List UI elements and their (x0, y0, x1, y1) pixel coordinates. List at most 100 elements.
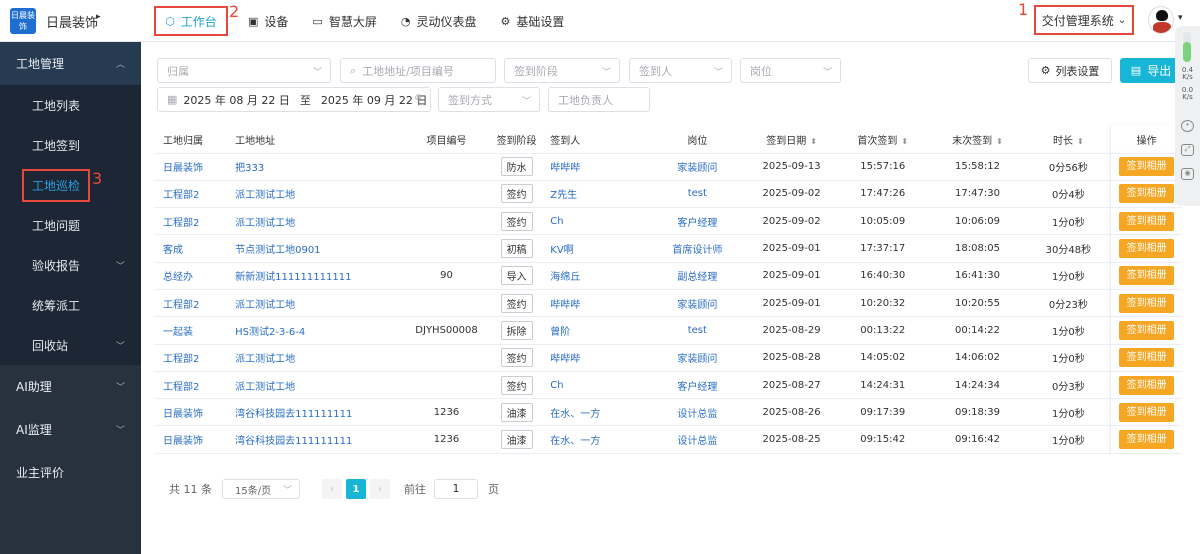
cell-address-link[interactable]: 节点测试工地0901 (235, 245, 320, 256)
cell-address-link[interactable]: 派工测试工地 (235, 354, 295, 365)
next-page-button[interactable]: › (370, 479, 390, 499)
sidebar-group-owner-review[interactable]: 业主评价 (0, 451, 141, 494)
cell-post-link[interactable]: 设计总监 (677, 436, 717, 447)
sort-icon[interactable]: ⬍ (901, 137, 908, 146)
clear-icon[interactable]: ⊗ (414, 93, 422, 103)
camera-icon[interactable]: ◉ (1181, 168, 1194, 180)
method-select[interactable]: 签到方式 ﹀ (438, 87, 540, 112)
brand-name[interactable]: 日晨装饰 (46, 12, 98, 31)
cell-person-link[interactable]: 哔哔哔 (550, 163, 580, 174)
cell-post-link[interactable]: 家装顾问 (677, 354, 717, 365)
table-row[interactable]: 工程部2 派工测试工地 签约 Z先生 test 2025-09-02 17:47:26 17:… (154, 180, 1182, 209)
cell-post-link[interactable]: 设计总监 (677, 409, 717, 420)
cell-person-link[interactable]: 在水、一方 (550, 436, 600, 447)
checkin-album-button[interactable]: 签到相册 (1119, 239, 1175, 259)
nav-dashboard[interactable]: ◔ 灵动仪表盘 (391, 6, 487, 36)
checkin-album-button[interactable]: 签到相册 (1119, 402, 1175, 422)
cell-address-link[interactable]: 把333 (235, 163, 264, 174)
cell-address-link[interactable]: HS测试2-3-6-4 (235, 327, 305, 338)
sidebar-group-ai-supervision[interactable]: AI监理 ﹀ (0, 408, 141, 451)
sort-icon[interactable]: ⬍ (810, 137, 817, 146)
nav-workbench[interactable]: ⬡ 工作台 (154, 6, 228, 36)
cell-belong-link[interactable]: 一起装 (163, 327, 193, 338)
column-header-sortable[interactable]: 时长 ⬍ (1026, 126, 1111, 154)
sidebar-item-recycle-bin[interactable]: 回收站 ﹀ (0, 325, 141, 365)
cell-address-link[interactable]: 新新测试111111111111 (235, 272, 351, 283)
list-settings-button[interactable]: ⚙ 列表设置 (1028, 58, 1112, 83)
cell-address-link[interactable]: 派工测试工地 (235, 190, 295, 201)
cell-belong-link[interactable]: 日晨装饰 (163, 436, 203, 447)
page-number-button[interactable]: 1 (346, 479, 366, 499)
sort-icon[interactable]: ⬍ (1077, 137, 1084, 146)
cell-post-link[interactable]: 客户经理 (677, 382, 717, 393)
goto-page-input[interactable]: 1 (434, 479, 478, 499)
cell-belong-link[interactable]: 工程部2 (163, 190, 199, 201)
table-row[interactable]: 客成 节点测试工地0901 初稿 KV啊 首席设计师 2025-09-01 17:37:17… (154, 234, 1182, 263)
nav-big-screen[interactable]: ▭ 智慧大屏 (302, 6, 386, 36)
cell-person-link[interactable]: 曾阶 (550, 327, 570, 338)
cell-person-link[interactable]: 海绵丘 (550, 272, 580, 283)
system-select[interactable]: 交付管理系统 ⌄ (1034, 5, 1134, 35)
table-row[interactable]: 日晨装饰 湾谷科技园去111111111 1236 油漆 在水、一方 设计总监 2025-0… (154, 425, 1182, 454)
cell-post-link[interactable]: 家装顾问 (677, 163, 717, 174)
checkin-album-button[interactable]: 签到相册 (1119, 320, 1175, 340)
table-row[interactable]: 总经办 新新测试111111111111 90 导入 海绵丘 副总经理 2025-09-01… (154, 262, 1182, 290)
table-row[interactable]: 工程部2 派工测试工地 签约 Ch 客户经理 2025-08-27 14:24:31 14:2… (154, 371, 1182, 400)
cell-belong-link[interactable]: 日晨装饰 (163, 409, 203, 420)
table-row[interactable]: 一起装 HS测试2-3-6-4 DJYHS00008 拆除 曾阶 test 2025-08-… (154, 316, 1182, 345)
cell-post-link[interactable]: 家装顾问 (677, 300, 717, 311)
cell-address-link[interactable]: 湾谷科技园去111111111 (235, 436, 352, 447)
cell-address-link[interactable]: 派工测试工地 (235, 218, 295, 229)
avatar[interactable] (1148, 6, 1174, 34)
export-button[interactable]: ▤ 导出 (1120, 58, 1182, 83)
column-header-sortable[interactable]: 末次签到 ⬍ (928, 126, 1027, 154)
cell-person-link[interactable]: Ch (550, 380, 563, 391)
sidebar-item-site-issues[interactable]: 工地问题 (0, 205, 141, 245)
cell-address-link[interactable]: 派工测试工地 (235, 300, 295, 311)
post-select[interactable]: 岗位 ﹀ (740, 58, 841, 83)
sidebar-item-site-checkin[interactable]: 工地签到 (0, 125, 141, 165)
checkin-album-button[interactable]: 签到相册 (1119, 266, 1175, 286)
cell-post-link[interactable]: test (688, 325, 707, 336)
sort-icon[interactable]: ⬍ (996, 137, 1003, 146)
prev-page-button[interactable]: ‹ (322, 479, 342, 499)
table-row[interactable]: 工程部2 派工测试工地 签约 哔哔哔 家装顾问 2025-09-01 10:20:32 10:… (154, 289, 1182, 318)
cell-address-link[interactable]: 湾谷科技园去111111111 (235, 409, 352, 420)
brand-caret-icon[interactable]: ▸ (96, 12, 101, 22)
manager-select[interactable]: 工地负责人 (548, 87, 650, 112)
cell-belong-link[interactable]: 日晨装饰 (163, 163, 203, 174)
cell-post-link[interactable]: 客户经理 (677, 218, 717, 229)
cell-person-link[interactable]: Z先生 (550, 190, 577, 201)
cell-person-link[interactable]: 在水、一方 (550, 409, 600, 420)
table-row[interactable]: 工程部2 派工测试工地 签约 Ch 客户经理 2025-09-02 10:05:09 10:0… (154, 207, 1182, 236)
chat-icon[interactable]: • (1181, 120, 1194, 132)
stage-select[interactable]: 签到阶段 ﹀ (504, 58, 620, 83)
page-size-select[interactable]: 15条/页 ﹀ (222, 479, 300, 499)
checkin-album-button[interactable]: 签到相册 (1119, 184, 1175, 204)
brand-logo[interactable]: 日晨装饰 (10, 8, 36, 34)
cell-post-link[interactable]: 副总经理 (677, 272, 717, 283)
search-input[interactable]: ⌕ 工地地址/项目编号 (340, 58, 496, 83)
sidebar-item-dispatch[interactable]: 统筹派工 (0, 285, 141, 325)
cell-belong-link[interactable]: 客成 (163, 245, 183, 256)
cell-belong-link[interactable]: 工程部2 (163, 300, 199, 311)
cell-belong-link[interactable]: 工程部2 (163, 218, 199, 229)
sidebar-item-site-list[interactable]: 工地列表 (0, 85, 141, 125)
belong-select[interactable]: 归属 ﹀ (157, 58, 331, 83)
date-range-picker[interactable]: ▦ 2025 年 08 月 22 日 至 2025 年 09 月 22 日 ⊗ (157, 87, 431, 112)
column-header-sortable[interactable]: 签到日期 ⬍ (746, 126, 837, 154)
sidebar-item-acceptance-report[interactable]: 验收报告 ﹀ (0, 245, 141, 285)
cell-belong-link[interactable]: 工程部2 (163, 354, 199, 365)
nav-device[interactable]: ▣ 设备 (238, 6, 298, 36)
caret-down-icon[interactable]: ▾ (1178, 13, 1183, 23)
cell-belong-link[interactable]: 总经办 (163, 272, 193, 283)
table-row[interactable]: 工程部2 派工测试工地 签约 哔哔哔 家装顾问 2025-08-28 14:05:02 14:… (154, 344, 1182, 372)
cell-post-link[interactable]: test (688, 188, 707, 199)
sidebar-group-ai-assistant[interactable]: AI助理 ﹀ (0, 365, 141, 408)
cell-person-link[interactable]: KV啊 (550, 245, 573, 256)
sidebar-item-site-inspection[interactable]: 工地巡检 3 (0, 165, 141, 205)
cell-address-link[interactable]: 派工测试工地 (235, 382, 295, 393)
nav-settings[interactable]: ⚙ 基础设置 (490, 6, 574, 36)
person-select[interactable]: 签到人 ﹀ (629, 58, 732, 83)
checkin-album-button[interactable]: 签到相册 (1119, 430, 1175, 450)
